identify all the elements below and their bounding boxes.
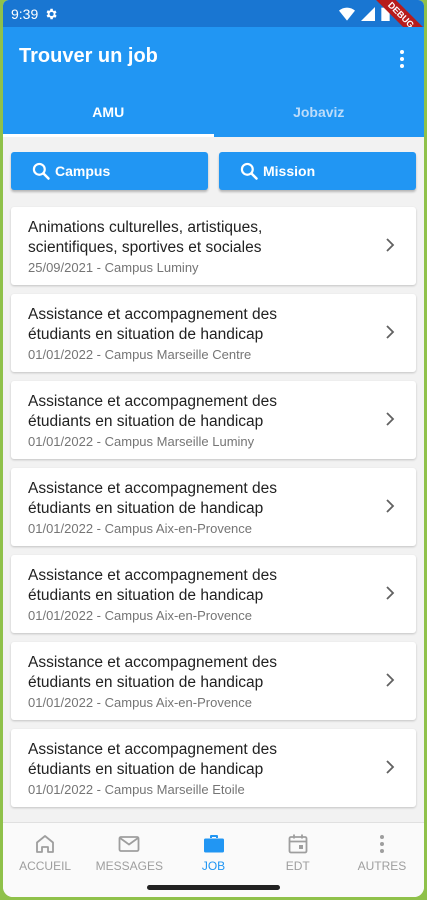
campus-button-label: Campus: [55, 163, 111, 179]
chevron-right-icon: [386, 586, 395, 600]
nav-label: AUTRES: [357, 859, 407, 873]
job-title-line1: Assistance et accompagnement des: [28, 654, 277, 671]
mail-icon: [118, 836, 140, 852]
search-icon: [32, 162, 50, 180]
job-title-line2: étudiants en situation de handicap: [28, 587, 264, 604]
job-subtitle: 01/01/2022 - Campus Aix-en-Provence: [28, 521, 253, 536]
job-card[interactable]: Assistance et accompagnement des étudian…: [11, 642, 416, 720]
nav-accueil[interactable]: ACCUEIL: [3, 823, 87, 878]
chevron-right-icon: [386, 499, 395, 513]
nav-label: ACCUEIL: [19, 859, 72, 873]
job-card[interactable]: Assistance et accompagnement des étudian…: [11, 294, 416, 372]
job-title-line1: Assistance et accompagnement des: [28, 393, 277, 410]
nav-job[interactable]: JOB: [171, 823, 255, 878]
job-subtitle: 01/01/2022 - Campus Marseille Centre: [28, 347, 252, 362]
chevron-right-icon: [386, 238, 395, 252]
job-card[interactable]: Assistance et accompagnement des étudian…: [11, 381, 416, 459]
job-title-line2: étudiants en situation de handicap: [28, 413, 264, 430]
more-vert-icon: [379, 835, 384, 853]
chevron-right-icon: [386, 325, 395, 339]
job-subtitle: 01/01/2022 - Campus Aix-en-Provence: [28, 608, 253, 623]
job-card[interactable]: Assistance et accompagnement des étudian…: [11, 468, 416, 546]
overflow-menu-icon[interactable]: [392, 47, 412, 71]
home-indicator[interactable]: [147, 885, 280, 890]
nav-autres[interactable]: AUTRES: [340, 823, 424, 878]
phone-screen: 9:39 DEBUG Trouver un job AMU Jobaviz Ca…: [3, 0, 424, 897]
signal-icon: [361, 6, 375, 21]
settings-gear-icon: [46, 8, 57, 19]
tab-bar: AMU Jobaviz: [3, 89, 424, 137]
home-icon: [36, 835, 54, 853]
chevron-right-icon: [386, 412, 395, 426]
gesture-area: [3, 878, 424, 897]
job-title-line1: Assistance et accompagnement des: [28, 480, 277, 497]
job-card[interactable]: Assistance et accompagnement des étudian…: [11, 555, 416, 633]
status-bar: 9:39 DEBUG: [3, 0, 424, 52]
nav-edt[interactable]: EDT: [256, 823, 340, 878]
nav-label: MESSAGES: [95, 859, 163, 873]
chevron-right-icon: [386, 673, 395, 687]
tab-jobaviz[interactable]: Jobaviz: [214, 89, 425, 137]
nav-label: EDT: [285, 859, 310, 873]
mission-search-button[interactable]: Mission: [219, 152, 416, 190]
job-title-line1: Assistance et accompagnement des: [28, 306, 277, 323]
job-title-line1: Assistance et accompagnement des: [28, 741, 277, 758]
job-subtitle: 01/01/2022 - Campus Marseille Luminy: [28, 434, 255, 449]
wifi-icon: [339, 7, 355, 21]
nav-label: JOB: [201, 859, 226, 873]
job-subtitle: 01/01/2022 - Campus Aix-en-Provence: [28, 695, 253, 710]
app-bar: Trouver un job AMU Jobaviz: [3, 27, 424, 137]
job-title-line2: scientifiques, sportives et sociales: [28, 239, 262, 256]
nav-messages[interactable]: MESSAGES: [87, 823, 171, 878]
job-list: Animations culturelles, artistiques, sci…: [11, 207, 416, 816]
job-title-line1: Animations culturelles, artistiques,: [28, 219, 263, 236]
job-card[interactable]: Assistance et accompagnement des étudian…: [11, 729, 416, 807]
tab-amu[interactable]: AMU: [3, 89, 214, 137]
job-title-line2: étudiants en situation de handicap: [28, 761, 264, 778]
briefcase-icon: [203, 835, 224, 853]
bottom-navigation: ACCUEIL MESSAGES JOB EDT AUTRES: [3, 822, 424, 878]
search-icon: [240, 162, 258, 180]
mission-button-label: Mission: [263, 163, 316, 179]
job-subtitle: 01/01/2022 - Campus Marseille Etoile: [28, 782, 245, 797]
job-title-line1: Assistance et accompagnement des: [28, 567, 277, 584]
chevron-right-icon: [386, 760, 395, 774]
page-title: Trouver un job: [19, 45, 158, 67]
job-title-line2: étudiants en situation de handicap: [28, 674, 264, 691]
job-title-line2: étudiants en situation de handicap: [28, 326, 264, 343]
status-time: 9:39: [11, 5, 39, 22]
campus-search-button[interactable]: Campus: [11, 152, 208, 190]
job-card[interactable]: Animations culturelles, artistiques, sci…: [11, 207, 416, 285]
job-subtitle: 25/09/2021 - Campus Luminy: [28, 260, 199, 275]
search-buttons: Campus Mission: [11, 152, 416, 190]
calendar-icon: [288, 834, 308, 854]
job-title-line2: étudiants en situation de handicap: [28, 500, 264, 517]
